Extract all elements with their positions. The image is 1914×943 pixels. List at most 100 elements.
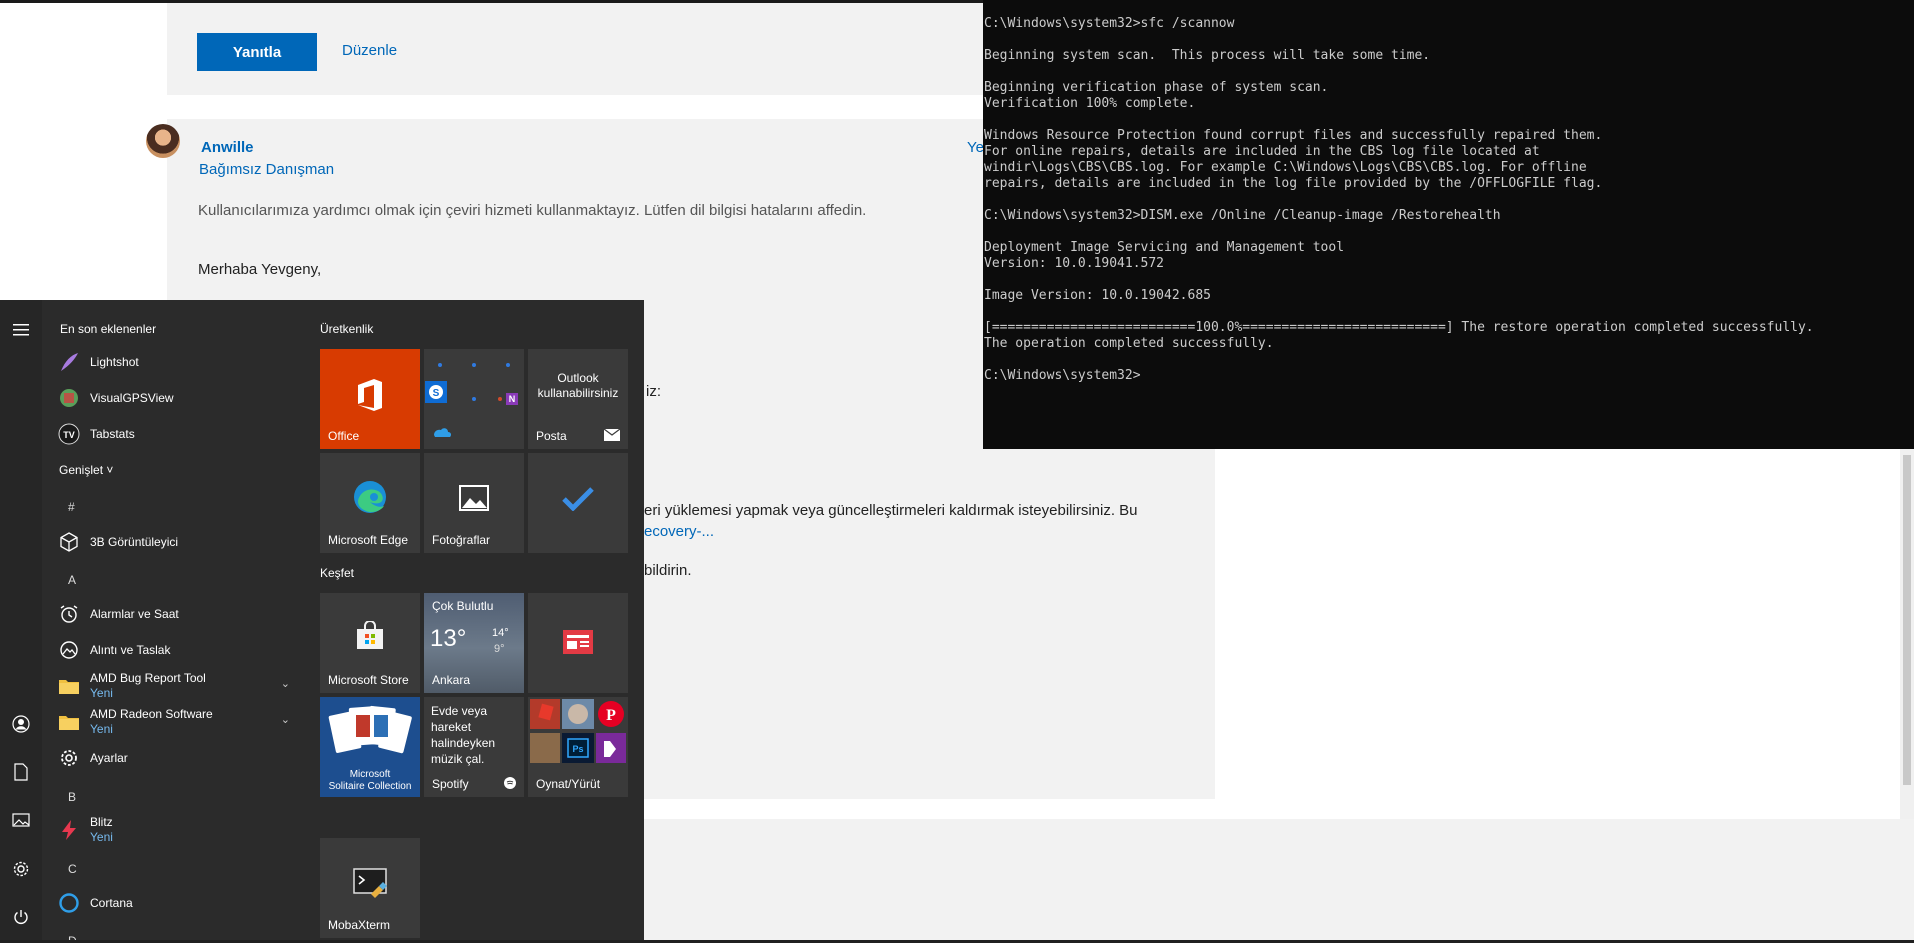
edge-logo-icon [320,479,420,515]
console-line: [==========================100.0%=======… [984,320,1814,335]
checkmark-icon [528,487,628,511]
app-amd-radeon[interactable]: AMD Radeon Software Yeni ⌄ [58,705,298,739]
recent-header: En son eklenenler [60,322,157,336]
page-scrollbar-thumb[interactable] [1903,455,1911,785]
console-line: repairs, details are included in the log… [984,176,1603,191]
alarm-clock-icon [58,603,80,625]
news-icon [528,629,628,655]
tile-label: Microsoft Edge [328,533,409,547]
pictures-icon[interactable] [11,810,31,830]
edit-link[interactable]: Düzenle [342,42,397,59]
letter-header-c[interactable]: C [68,862,77,876]
productivity-group-header[interactable]: Üretkenlik [320,322,373,336]
app-3d-viewer[interactable]: 3B Görüntüleyici [58,525,298,559]
console-line: C:\Windows\system32> [984,368,1141,383]
user-account-icon[interactable] [11,714,31,734]
reply-link-partial[interactable]: Ye [967,139,984,156]
app-blitz[interactable]: Blitz Yeni [58,813,298,847]
tile-solitaire[interactable]: Microsoft Solitaire Collection [320,697,420,797]
tile-todo[interactable] [528,453,628,553]
documents-icon[interactable] [11,762,31,782]
tile-office-apps-folder[interactable]: S N [424,349,524,449]
chevron-down-icon[interactable]: ⌄ [281,677,290,690]
letter-header-hash[interactable]: # [68,500,75,514]
tile-label: Office [328,429,360,443]
app-cortana[interactable]: Cortana [58,886,298,920]
chevron-down-icon[interactable]: ⌄ [281,713,290,726]
command-prompt-window[interactable]: C:\Windows\system32>sfc /scannow Beginnin… [983,0,1914,449]
tile-news[interactable] [528,593,628,693]
reply-button[interactable]: Yanıtla [197,33,317,71]
tile-photos[interactable]: Fotoğraflar [424,453,524,553]
app-label: AMD Radeon Software [90,707,213,721]
app-label: AMD Bug Report Tool [90,671,206,685]
letter-header-a[interactable]: A [68,573,76,587]
post-greeting: Merhaba Yevgeny, [198,261,322,278]
tile-label: Spotify [432,777,469,791]
author-name-link[interactable]: Anwille [201,139,254,156]
new-badge: Yeni [90,830,113,844]
tile-weather[interactable]: Çok Bulutlu 13° 14° 9° Ankara [424,593,524,693]
app-label: 3B Görüntüleyici [90,534,179,549]
svg-text:P: P [606,707,616,724]
console-line: The operation completed successfully. [984,336,1274,351]
play-apps-collage-icon: P Ps [530,699,626,763]
tile-play-folder[interactable]: P Ps Oynat/Yürüt [528,697,628,797]
console-line: C:\Windows\system32>DISM.exe /Online /Cl… [984,208,1501,223]
power-icon[interactable] [11,907,31,927]
avatar[interactable] [146,124,180,158]
spotify-promo-text: Evde veya hareket halindeyken müzik çal. [431,704,496,766]
weather-high: 14° [492,627,509,639]
hamburger-menu-icon[interactable] [11,320,31,340]
settings-gear-icon[interactable] [11,859,31,879]
letter-header-b[interactable]: B [68,790,76,804]
app-alarms-clock[interactable]: Alarmlar ve Saat [58,597,298,631]
app-lightshot[interactable]: Lightshot [58,345,298,379]
console-line: Beginning system scan. This process will… [984,48,1431,63]
app-settings[interactable]: Ayarlar [58,741,298,775]
post-link-fragment[interactable]: ecovery-... [644,523,714,540]
new-badge: Yeni [90,686,113,700]
post-text-fragment: eri yüklemesi yapmak veya güncelleştirme… [644,502,1138,519]
app-label: Alıntı ve Taslak [90,642,171,657]
tile-label: Oynat/Yürüt [536,777,601,791]
snip-sketch-icon [58,639,80,661]
tile-mobaxterm[interactable]: MobaXterm [320,838,420,938]
console-line: Windows Resource Protection found corrup… [984,128,1603,143]
cortana-ring-icon [58,892,80,914]
office-apps-mini-icons: S N [425,363,518,437]
cube-icon [58,531,80,553]
tile-microsoft-store[interactable]: Microsoft Store [320,593,420,693]
tile-outlook-mail[interactable]: Outlook kullanabilirsiniz Posta [528,349,628,449]
author-role-link[interactable]: Bağımsız Danışman [199,161,334,178]
outlook-text-line: kullanabilirsiniz [537,386,619,400]
console-line: Deployment Image Servicing and Managemen… [984,240,1345,255]
visualgpsview-icon [58,387,80,409]
app-label: Lightshot [90,354,139,369]
tile-office[interactable]: Office [320,349,420,449]
tile-spotify[interactable]: Evde veya hareket halindeyken müzik çal.… [424,697,524,797]
app-snip-sketch[interactable]: Alıntı ve Taslak [58,633,298,667]
lightshot-icon [58,351,80,373]
console-line: Image Version: 10.0.19042.685 [984,288,1211,303]
app-visualgpsview[interactable]: VisualGPSView [58,381,298,415]
app-tabstats[interactable]: TV Tabstats [58,417,298,451]
app-amd-bug-report[interactable]: AMD Bug Report Tool Yeni ⌄ [58,669,298,703]
console-line: Version: 10.0.19041.572 [984,256,1165,271]
tile-microsoft-edge[interactable]: Microsoft Edge [320,453,420,553]
outlook-text-line: Outlook [557,371,599,385]
app-label: Alarmlar ve Saat [90,606,179,621]
app-list: En son eklenenler Lightshot VisualGPSVie… [42,300,300,943]
app-label: VisualGPSView [90,390,174,405]
weather-city: Ankara [432,673,471,687]
expand-button[interactable]: Genişlet ˅ [59,463,113,477]
tile-label: Fotoğraflar [432,533,491,547]
explore-group-header[interactable]: Keşfet [320,566,354,580]
post-text-fragment: bildirin. [644,562,692,579]
start-rail [0,300,42,943]
